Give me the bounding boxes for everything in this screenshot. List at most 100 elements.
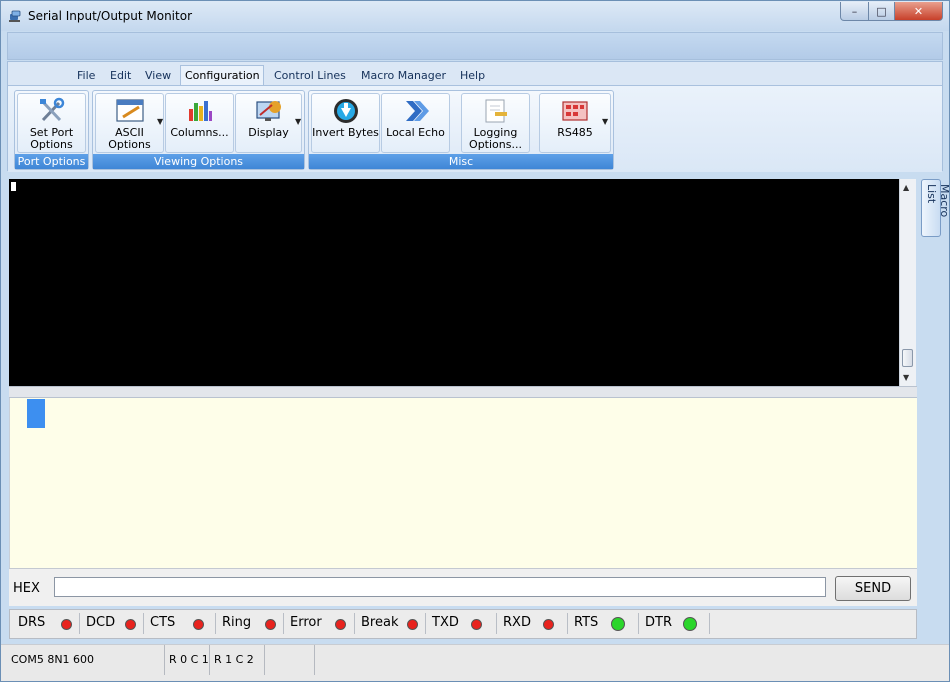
ribbon: File Edit View Configuration Control Lin… (7, 61, 943, 172)
led-cts: CTS (144, 613, 216, 634)
close-icon: ✕ (913, 4, 924, 18)
group-misc: Invert Bytes Local Echo Logging Options.… (308, 90, 614, 170)
down-arrow-icon (333, 99, 358, 123)
status-extra-2 (315, 645, 945, 675)
send-bar: HEX SEND (9, 568, 917, 606)
log-file-icon (485, 99, 507, 123)
receive-terminal[interactable] (9, 179, 899, 386)
led-error-indicator (335, 619, 346, 630)
led-label-dcd: DCD (86, 615, 116, 630)
led-label-rxd: RXD (503, 615, 531, 630)
group-label-misc: Misc (309, 154, 613, 169)
pane-splitter[interactable] (9, 386, 917, 398)
tools-icon (39, 97, 64, 122)
menu-macro-manager[interactable]: Macro Manager (361, 69, 446, 82)
menu-configuration[interactable]: Configuration (180, 65, 264, 85)
invert-bytes-button[interactable]: Invert Bytes (311, 93, 380, 153)
led-txd: TXD (426, 613, 497, 634)
ribbon-body: Set Port Options Port Options ASCII Opti… (8, 85, 942, 172)
menu-edit[interactable]: Edit (110, 69, 131, 82)
rs485-icon (562, 101, 588, 121)
ascii-options-label-2: Options (108, 138, 151, 151)
menu-view[interactable]: View (145, 69, 171, 82)
main-window: Serial Input/Output Monitor – □ ✕ File E… (0, 0, 950, 682)
set-port-options-button[interactable]: Set Port Options (17, 93, 86, 153)
led-label-cts: CTS (150, 615, 176, 630)
menu-bar: File Edit View Configuration Control Lin… (8, 62, 942, 86)
led-error: Error (284, 613, 355, 634)
macro-list-tab[interactable]: Macro List (921, 179, 949, 237)
quick-access-bar (7, 32, 943, 60)
minimize-icon: – (851, 4, 858, 18)
led-label-ring: Ring (222, 615, 252, 630)
menu-control-lines[interactable]: Control Lines (274, 69, 346, 82)
display-label: Display (248, 126, 289, 139)
menu-file[interactable]: File (77, 69, 95, 82)
chevron-down-icon: ▼ (295, 117, 302, 126)
chevron-down-icon: ▼ (157, 117, 164, 126)
logging-options-button[interactable]: Logging Options... (461, 93, 530, 153)
led-ring-indicator (265, 619, 276, 630)
led-label-rts: RTS (574, 615, 599, 630)
control-line-indicators: DRS DCD CTS Ring Error Break TXD RXD RTS… (9, 609, 917, 639)
led-label-txd: TXD (432, 615, 459, 630)
menu-help[interactable]: Help (460, 69, 485, 82)
led-drs-indicator (61, 619, 72, 630)
group-label-port-options: Port Options (15, 154, 88, 169)
scroll-up-icon[interactable]: ▲ (903, 183, 909, 192)
local-echo-button[interactable]: Local Echo (381, 93, 450, 153)
close-button[interactable]: ✕ (894, 2, 943, 21)
local-echo-label: Local Echo (386, 126, 445, 139)
transmit-input-area[interactable] (9, 398, 917, 568)
scrollbar-thumb[interactable] (902, 349, 913, 367)
status-port-settings: COM5 8N1 600 (7, 645, 165, 675)
group-port-options: Set Port Options Port Options (14, 90, 89, 170)
status-bar: COM5 8N1 600 R 0 C 1 R 1 C 2 (1, 644, 949, 681)
rs485-button[interactable]: RS485 ▼ (539, 93, 611, 153)
chevron-down-icon: ▼ (602, 117, 609, 126)
led-dcd-indicator (125, 619, 136, 630)
led-drs: DRS (12, 613, 80, 634)
vertical-scrollbar[interactable]: ▲ ▼ (899, 179, 916, 386)
status-tx-position: R 1 C 2 (210, 645, 265, 675)
status-extra-1 (265, 645, 315, 675)
serial-port-icon (9, 10, 21, 22)
group-viewing-options: ASCII Options ▼ Columns... Display ▼ Vie… (92, 90, 305, 170)
send-button[interactable]: SEND (835, 576, 911, 601)
led-dtr: DTR (639, 613, 710, 634)
group-label-viewing-options: Viewing Options (93, 154, 304, 169)
display-icon (255, 101, 281, 121)
send-input[interactable] (54, 577, 826, 597)
led-ring: Ring (216, 613, 284, 634)
maximize-button[interactable]: □ (868, 2, 895, 21)
maximize-icon: □ (876, 4, 887, 18)
title-bar[interactable]: Serial Input/Output Monitor – □ ✕ (1, 1, 949, 31)
window-title: Serial Input/Output Monitor (28, 9, 192, 23)
set-port-options-label-2: Options (30, 138, 73, 151)
led-label-dtr: DTR (645, 615, 672, 630)
columns-chart-icon (188, 101, 212, 121)
led-dtr-indicator (683, 617, 697, 631)
led-txd-indicator (471, 619, 482, 630)
led-cts-indicator (193, 619, 204, 630)
columns-button[interactable]: Columns... (165, 93, 234, 153)
led-break: Break (355, 613, 426, 634)
hex-mode-label[interactable]: HEX (13, 581, 40, 596)
logging-options-label-2: Options... (469, 138, 522, 151)
input-cursor (27, 399, 45, 428)
ascii-options-button[interactable]: ASCII Options ▼ (95, 93, 164, 153)
status-rx-position: R 0 C 1 (165, 645, 210, 675)
led-break-indicator (407, 619, 418, 630)
minimize-button[interactable]: – (840, 2, 869, 21)
scroll-down-icon[interactable]: ▼ (903, 373, 909, 382)
columns-label: Columns... (170, 126, 229, 139)
led-rxd: RXD (497, 613, 568, 634)
led-rxd-indicator (543, 619, 554, 630)
display-button[interactable]: Display ▼ (235, 93, 302, 153)
led-label-drs: DRS (18, 615, 46, 630)
macro-list-label: Macro List (925, 184, 950, 218)
edit-window-icon (115, 99, 144, 122)
led-dcd: DCD (80, 613, 144, 634)
led-label-error: Error (290, 615, 322, 630)
terminal-cursor (11, 182, 16, 191)
